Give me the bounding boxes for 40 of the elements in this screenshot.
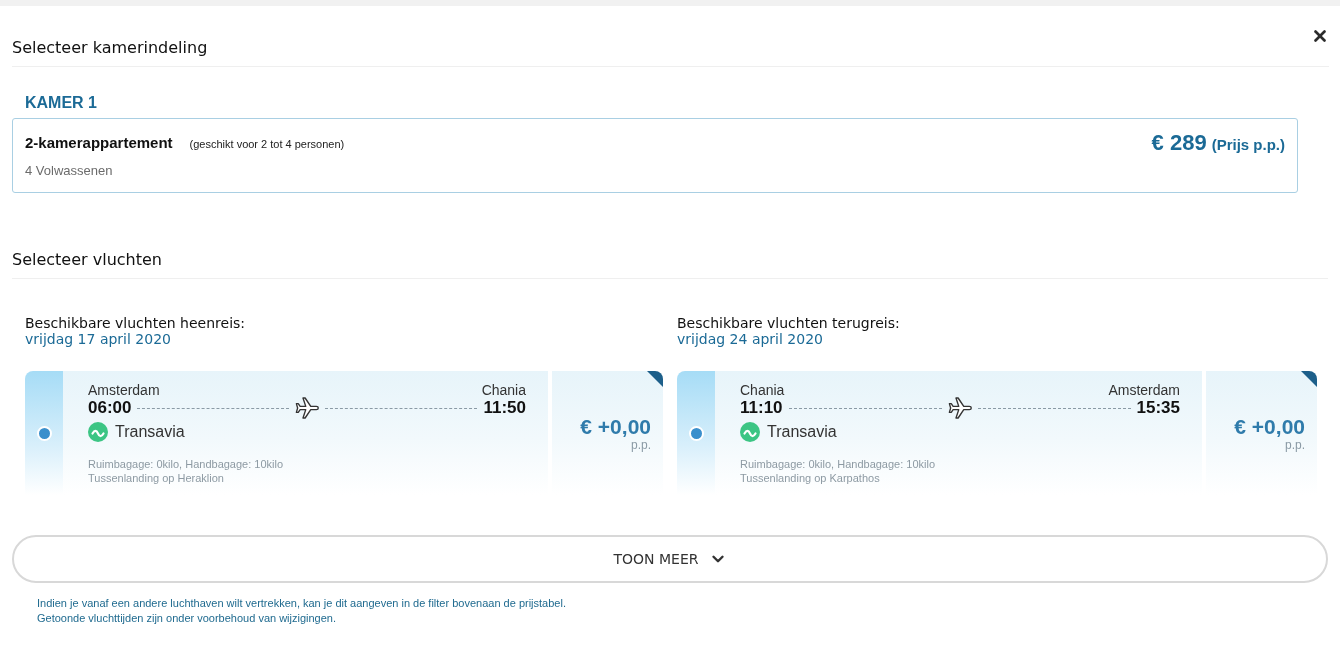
baggage-info: Ruimbagage: 0kilo, Handbagage: 10kilo xyxy=(88,457,285,471)
close-button[interactable] xyxy=(1311,27,1329,45)
show-more-button[interactable]: TOON MEER xyxy=(12,535,1328,583)
flight-date: vrijdag 17 april 2020 xyxy=(25,331,172,347)
price-note: (Prijs p.p.) xyxy=(1211,136,1285,153)
airplane-icon xyxy=(947,396,972,420)
room-heading: KAMER 1 xyxy=(25,93,98,113)
info-note: Indien je vanaf een andere luchthaven wilt vertrekken, kan je dit aangeven in de filter bovenaan de prijstabel. xyxy=(37,596,566,611)
airline-logo-icon xyxy=(88,422,108,442)
guest-count: 4 Volwassenen xyxy=(25,163,114,179)
departure-time: 06:00 xyxy=(88,398,132,418)
airplane-icon xyxy=(295,396,320,420)
flights-heading: Beschikbare vluchten terugreis: xyxy=(677,315,901,331)
airline-name: Transavia xyxy=(115,423,185,441)
flight-price: € +0,00 xyxy=(1234,415,1305,439)
departure-city: Chania xyxy=(740,382,785,398)
stopover-info: Tussenlanding op Karpathos xyxy=(740,471,881,485)
arrival-city: Chania xyxy=(481,382,526,398)
departure-city: Amsterdam xyxy=(88,382,160,398)
airline-name: Transavia xyxy=(767,423,837,441)
airline-logo-icon xyxy=(740,422,760,442)
arrival-time: 15:35 xyxy=(1136,398,1180,418)
flight-date: vrijdag 24 april 2020 xyxy=(677,331,824,347)
radio-button[interactable] xyxy=(36,425,52,441)
section-title: Selecteer kamerindeling xyxy=(12,38,208,58)
price-unit: p.p. xyxy=(631,439,651,451)
radio-button[interactable] xyxy=(688,425,704,441)
room-capacity: (geschikt voor 2 tot 4 personen) xyxy=(189,138,345,150)
flights-heading: Beschikbare vluchten heenreis: xyxy=(25,315,247,331)
departure-time: 11:10 xyxy=(740,398,783,418)
stopover-info: Tussenlanding op Heraklion xyxy=(88,471,225,485)
baggage-info: Ruimbagage: 0kilo, Handbagage: 10kilo xyxy=(740,457,937,471)
room-type: 2-kamerappartement xyxy=(25,134,173,151)
arrival-time: 11:50 xyxy=(483,398,526,418)
arrival-city: Amsterdam xyxy=(1108,382,1180,398)
info-note: Getoonde vluchttijden zijn onder voorbehoud van wijzigingen. xyxy=(37,611,337,626)
section-title: Selecteer vluchten xyxy=(12,250,163,270)
flight-price: € +0,00 xyxy=(580,415,651,439)
price-unit: p.p. xyxy=(1285,439,1305,451)
room-price: € 289 xyxy=(1151,130,1207,156)
